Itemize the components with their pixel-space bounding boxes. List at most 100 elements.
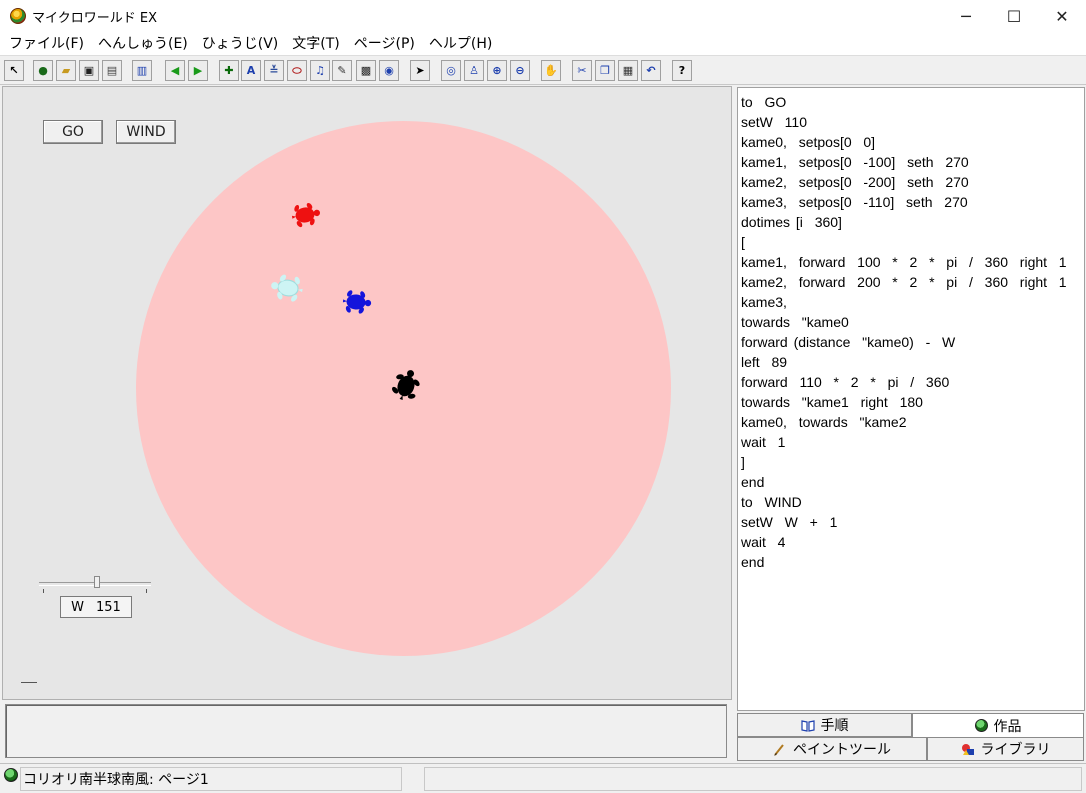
arrow-right-icon: ▶ [193,64,203,77]
open-folder-icon: ▰ [61,64,71,77]
canvas-divider-mark [21,682,37,683]
stamp-icon: ♙ [469,64,479,77]
code-line: setW 110 [741,114,807,130]
code-line: kame3, [741,294,787,310]
tab-library-label: ライブラリ [980,742,1051,758]
menu-file[interactable]: ファイル(F) [0,32,91,56]
menu-page[interactable]: ページ(P) [347,32,422,56]
new-project-button[interactable]: ● [33,60,53,81]
tab-paint-label: ペイントツール [793,742,891,758]
paint-button[interactable]: ✎ [332,60,352,81]
globe-button[interactable]: ◉ [379,60,399,81]
slider-tick [146,589,147,593]
code-line: kame2, forward 200 * 2 * pi / 360 right … [741,274,1067,290]
code-line: left 89 [741,354,788,370]
tab-library[interactable]: ライブラリ [927,737,1084,761]
message-area[interactable] [5,704,727,758]
code-line: wait 1 [741,434,786,450]
new-turtle-icon: ✚ [224,64,234,77]
code-line: towards "kame0 [741,314,849,330]
help-icon: ? [678,64,686,77]
menu-edit[interactable]: へんしゅう(E) [91,32,195,56]
zoom-in-button[interactable]: ⊕ [487,60,507,81]
code-line: to GO [741,94,787,110]
tab-procedures[interactable]: 手順 [737,713,912,737]
paste-icon: ▦ [622,64,634,77]
turtle-blue[interactable] [339,285,373,319]
new-project-icon: ● [38,64,48,77]
save-button[interactable]: ▣ [79,60,99,81]
print-icon: ▤ [106,64,118,77]
arrow-right-button[interactable]: ▶ [188,60,208,81]
arrow-left-icon: ◀ [170,64,180,77]
paste-button[interactable]: ▦ [618,60,638,81]
new-turtle-button[interactable]: ✚ [219,60,239,81]
w-slider-value: 151 [96,599,121,615]
minimize-button[interactable]: ─ [942,0,990,32]
turtle-red[interactable] [288,198,322,232]
go-button[interactable]: GO [43,120,103,144]
status-secondary-pane [424,767,1082,791]
open-folder-button[interactable]: ▰ [56,60,76,81]
music-button[interactable]: ♫ [310,60,330,81]
close-button[interactable]: ✕ [1038,0,1086,32]
slider-tool-button[interactable]: ≚ [264,60,284,81]
arrow-left-button[interactable]: ◀ [165,60,185,81]
print-button[interactable]: ▤ [102,60,122,81]
status-bar: コリオリ南半球南風: ページ1 [0,763,1086,793]
button-tool-icon: ⬭ [292,64,302,77]
eye-icon: ◎ [446,64,456,77]
project-globe-icon [974,719,988,732]
toolbar: ↖ ● ▰ ▣ ▤ ▥ ◀ ▶ ✚ A ≚ ⬭ ♫ ✎ ▩ ◉ ➤ ◎ ♙ ⊕ ⊖ ✋ ✂ ❐ ▦ ↶? [0,57,1086,85]
video-button[interactable]: ▩ [356,60,376,81]
eye-button[interactable]: ◎ [441,60,461,81]
menu-help[interactable]: ヘルプ(H) [422,32,499,56]
stop-hand-button[interactable]: ✋ [541,60,561,81]
cut-button[interactable]: ✂ [572,60,592,81]
zoom-out-icon: ⊖ [515,64,525,77]
video-icon: ▩ [360,64,372,77]
turtle-black[interactable] [387,367,425,405]
tab-project-label: 作品 [993,718,1022,735]
code-line: end [741,554,765,570]
procedures-editor[interactable]: to GO setW 110 kame0, setpos[0 0] kame1, se… [737,87,1085,711]
copy-icon: ❐ [600,64,610,77]
book-icon [800,719,815,732]
menu-text[interactable]: 文字(T) [285,32,346,56]
code-line: towards "kame1 right 180 [741,394,923,410]
tab-paint[interactable]: ペイントツール [737,737,927,761]
copy-button[interactable]: ❐ [595,60,615,81]
text-box-icon: A [246,64,256,77]
page-view-button[interactable]: ▥ [132,60,152,81]
globe-icon: ◉ [384,64,394,77]
select-arrow-button[interactable]: ➤ [410,60,430,81]
app-icon [10,8,26,24]
maximize-button[interactable]: ☐ [990,0,1038,32]
zoom-out-button[interactable]: ⊖ [510,60,530,81]
undo-button[interactable]: ↶ [641,60,661,81]
status-globe-icon [4,768,18,782]
status-text-pane: コリオリ南半球南風: ページ1 [20,767,402,791]
stamp-button[interactable]: ♙ [464,60,484,81]
tab-project[interactable]: 作品 [912,713,1084,737]
code-line: wait 4 [741,534,786,550]
pointer-small-button[interactable]: ↖ [4,60,24,81]
w-slider-label: W [71,599,85,615]
code-line: forward 110 * 2 * pi / 360 [741,374,950,390]
slider-tool-icon: ≚ [269,64,279,77]
shapes-icon [961,743,974,755]
w-slider-thumb[interactable] [94,576,100,588]
code-line: forward (distance "kame0) - W [741,334,956,350]
button-tool-button[interactable]: ⬭ [287,60,307,81]
wind-button[interactable]: WIND [116,120,176,144]
canvas-area[interactable]: GO WIND W 151 [2,86,732,700]
text-box-button[interactable]: A [241,60,261,81]
turtle-cyan[interactable] [269,269,307,307]
menu-bar: ファイル(F) へんしゅう(E) ひょうじ(V) 文字(T) ページ(P) ヘル… [0,32,1086,56]
code-line: kame1, setpos[0 -100] seth 270 [741,154,969,170]
menu-view[interactable]: ひょうじ(V) [195,32,286,56]
help-button[interactable]: ? [672,60,692,81]
code-line: kame0, towards "kame2 [741,414,907,430]
code-line: ] [741,454,745,470]
tab-procedures-label: 手順 [820,718,849,734]
